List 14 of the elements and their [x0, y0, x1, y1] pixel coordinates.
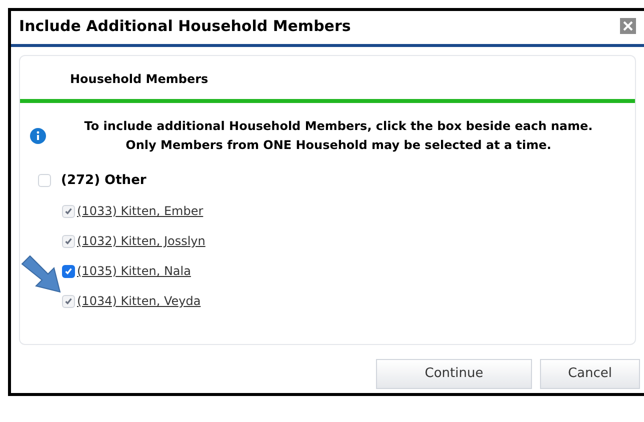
- window-title: Include Additional Household Members: [19, 16, 351, 37]
- info-text: To include additional Household Members, click the box beside each name. Only Members from ONE Household may be selected at a time.: [83, 118, 594, 154]
- dialog-button[interactable]: Continue: [376, 358, 532, 388]
- info-icon: [30, 128, 46, 144]
- check-icon: [64, 296, 73, 306]
- household-label: (272) Other: [61, 172, 146, 190]
- check-icon: [64, 236, 73, 246]
- dialog-button[interactable]: Cancel: [540, 358, 640, 388]
- check-icon: [64, 266, 73, 276]
- panel-title: Household Members: [69, 70, 210, 88]
- checkbox[interactable]: [62, 264, 75, 278]
- check-icon: [64, 206, 73, 216]
- close-button[interactable]: [620, 18, 636, 34]
- member-link[interactable]: (1035) Kitten, Nala: [77, 262, 191, 280]
